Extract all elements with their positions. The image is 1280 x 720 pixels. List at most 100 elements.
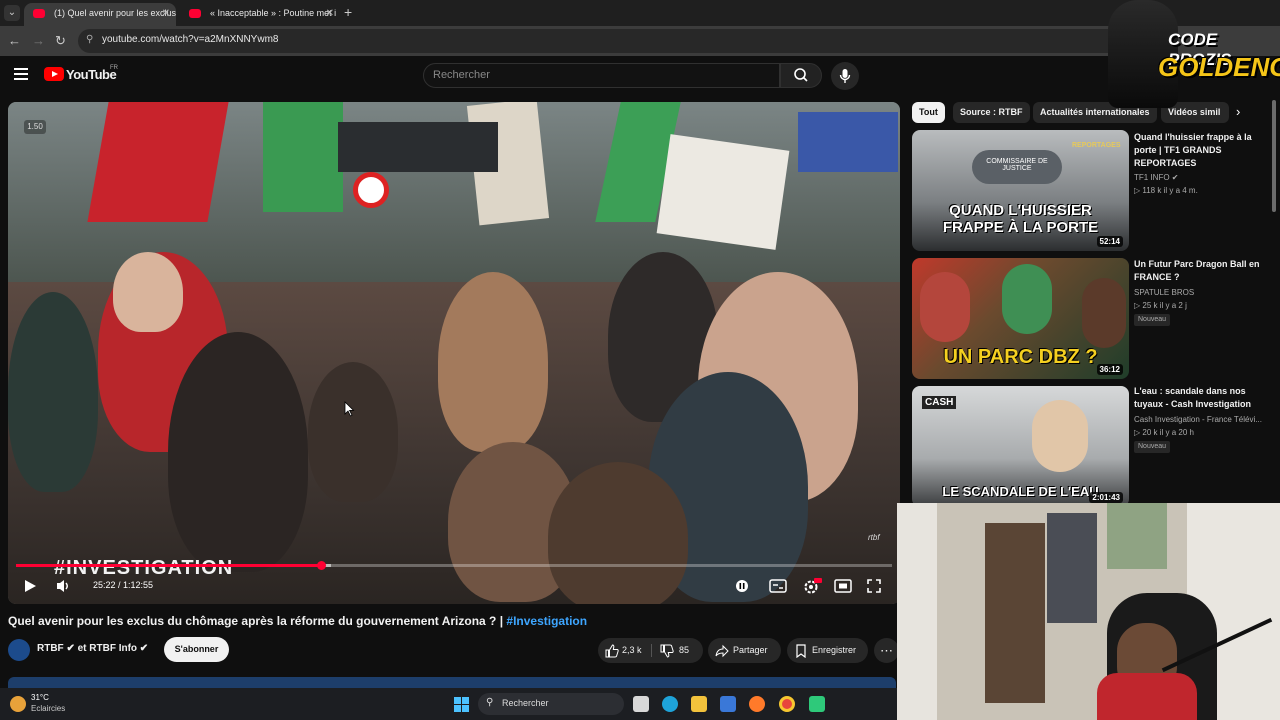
share-icon <box>715 644 729 658</box>
menu-icon[interactable] <box>14 68 28 83</box>
video-duration: 2:01:43 <box>1089 492 1123 503</box>
close-tab-icon[interactable]: ✕ <box>162 3 170 24</box>
channel-watermark: rtbf <box>868 533 880 542</box>
tent <box>338 122 498 172</box>
logo-line-2: GOLDENG <box>1158 52 1280 82</box>
settings-gear-icon[interactable] <box>802 577 822 595</box>
theater-mode-icon[interactable] <box>834 579 852 593</box>
firefox-icon[interactable] <box>749 696 765 712</box>
video-duration: 36:12 <box>1096 364 1123 375</box>
browser-tab-bar: ⌄ (1) Quel avenir pour les exclus d ✕ « … <box>0 0 1280 26</box>
url-text: youtube.com/watch?v=a2MnXNNYwm8 <box>102 34 279 45</box>
back-icon[interactable]: ← <box>8 33 21 48</box>
share-button[interactable]: Partager <box>708 638 781 663</box>
search-input[interactable]: Rechercher <box>423 63 780 88</box>
save-label: Enregistrer <box>812 645 857 655</box>
task-view-icon[interactable] <box>633 696 649 712</box>
person <box>438 272 548 452</box>
reload-icon[interactable]: ↻ <box>55 33 66 49</box>
recommendation-thumbnail[interactable]: UN PARC DBZ ? 36:12 <box>912 258 1129 379</box>
dislike-icon[interactable] <box>660 644 674 658</box>
fullscreen-icon[interactable] <box>866 578 882 594</box>
stream-logo-overlay: CODE PROZIS GOLDENG <box>1108 0 1280 108</box>
video-player[interactable]: 1.50 <box>8 102 900 604</box>
hashtag-link[interactable]: #Investigation <box>506 614 587 628</box>
search-icon <box>794 68 808 82</box>
recommendation-title[interactable]: Un Futur Parc Dragon Ball en FRANCE ? <box>1134 258 1264 284</box>
person <box>1032 400 1088 472</box>
youtube-logo-icon[interactable] <box>44 67 64 81</box>
webcam-feed <box>897 503 1280 720</box>
playback-speed-badge: 1.50 <box>24 120 46 134</box>
browser-tab[interactable]: « Inacceptable » : Poutine met i ✕ <box>180 3 340 26</box>
chip-all[interactable]: Tout <box>912 102 945 123</box>
speed-limit-sign <box>353 172 389 208</box>
tab-title: (1) Quel avenir pour les exclus d <box>54 8 176 18</box>
app-icon[interactable] <box>809 696 825 712</box>
volume-icon[interactable] <box>55 578 73 594</box>
blue-tent <box>798 112 898 172</box>
file-explorer-icon[interactable] <box>691 696 707 712</box>
microphone-icon <box>839 69 851 83</box>
new-tab-icon[interactable]: + <box>344 4 352 20</box>
url-field[interactable]: ⚲ youtube.com/watch?v=a2MnXNNYwm8 <box>78 29 1128 53</box>
browser-tab-active[interactable]: (1) Quel avenir pour les exclus d ✕ <box>24 3 176 26</box>
recommendation-title[interactable]: L'eau : scandale dans nos tuyaux - Cash … <box>1134 385 1264 411</box>
like-icon[interactable] <box>605 644 619 658</box>
close-tab-icon[interactable]: ✕ <box>326 3 334 24</box>
person <box>168 332 308 572</box>
person <box>920 272 970 342</box>
tab-search-icon[interactable]: ⌄ <box>4 5 20 21</box>
person <box>548 462 688 604</box>
thumbnail-caption: QUAND L'HUISSIER FRAPPE À LA PORTE <box>942 202 1099 236</box>
address-bar-row: ← → ↻ ⚲ youtube.com/watch?v=a2MnXNNYwm8 <box>0 26 1280 56</box>
person <box>308 362 398 502</box>
windows-start-icon[interactable] <box>454 697 469 712</box>
streamer-shirt <box>1097 673 1197 720</box>
like-divider <box>651 644 652 657</box>
save-button[interactable]: Enregistrer <box>787 638 868 663</box>
autoplay-toggle-icon[interactable] <box>735 579 749 593</box>
recommendation-channel[interactable]: SPATULE BROS <box>1134 288 1274 297</box>
dragon-figure <box>1002 264 1052 334</box>
recommendation-meta: ▷ 25 k il y a 2 j <box>1134 301 1187 310</box>
poster <box>1107 503 1167 569</box>
video-overlay-title: #INVESTIGATION <box>54 557 234 579</box>
progress-scrubber[interactable] <box>316 561 326 570</box>
windows-taskbar: 31°C Eclaircies ⚲ Rechercher <box>0 688 897 720</box>
video-title-text: Quel avenir pour les exclus du chômage a… <box>8 614 504 628</box>
recommendation-channel[interactable]: Cash Investigation - France Télévi... <box>1134 415 1274 424</box>
site-info-icon[interactable]: ⚲ <box>86 34 93 45</box>
play-icon[interactable] <box>22 578 38 594</box>
youtube-favicon-icon <box>33 9 45 18</box>
voice-search-button[interactable] <box>831 62 859 90</box>
search-button[interactable] <box>780 63 822 88</box>
recommendation-thumbnail[interactable]: COMMISSAIRE DE JUSTICE REPORTAGES QUAND … <box>912 130 1129 251</box>
thumbnail-sign: COMMISSAIRE DE JUSTICE <box>972 150 1062 184</box>
store-icon[interactable] <box>720 696 736 712</box>
recommendation-channel[interactable]: TF1 INFO ✔ <box>1134 173 1274 182</box>
more-actions-button[interactable]: ⋯ <box>874 638 899 663</box>
edge-icon[interactable] <box>662 696 678 712</box>
like-dislike-group: 2,3 k 85 <box>598 638 703 663</box>
bookmark-icon <box>796 644 806 658</box>
chrome-icon[interactable] <box>779 696 795 712</box>
like-count[interactable]: 2,3 k <box>622 638 642 663</box>
sidebar-scrollbar[interactable] <box>1272 100 1276 212</box>
weather-icon[interactable] <box>10 696 26 712</box>
chip-source[interactable]: Source : RTBF <box>953 102 1030 123</box>
door <box>897 503 937 720</box>
channel-avatar[interactable] <box>8 639 30 661</box>
subscribe-button[interactable]: S'abonner <box>164 637 229 662</box>
youtube-favicon-icon <box>189 9 201 18</box>
channel-name[interactable]: RTBF ✔ et RTBF Info ✔ <box>37 643 148 654</box>
dislike-count: 85 <box>679 645 690 655</box>
recommendation-meta: ▷ 20 k il y a 20 h <box>1134 428 1194 437</box>
youtube-logo-text[interactable]: YouTube <box>66 67 117 82</box>
share-label: Partager <box>733 645 768 655</box>
recommendation-thumbnail[interactable]: CASH LE SCANDALE DE L'EAU 2:01:43 <box>912 386 1129 507</box>
forward-icon[interactable]: → <box>32 33 45 48</box>
subtitles-icon[interactable] <box>769 579 787 593</box>
taskbar-search[interactable]: ⚲ Rechercher <box>478 693 624 715</box>
recommendation-title[interactable]: Quand l'huissier frappe à la porte | TF1… <box>1134 131 1264 170</box>
